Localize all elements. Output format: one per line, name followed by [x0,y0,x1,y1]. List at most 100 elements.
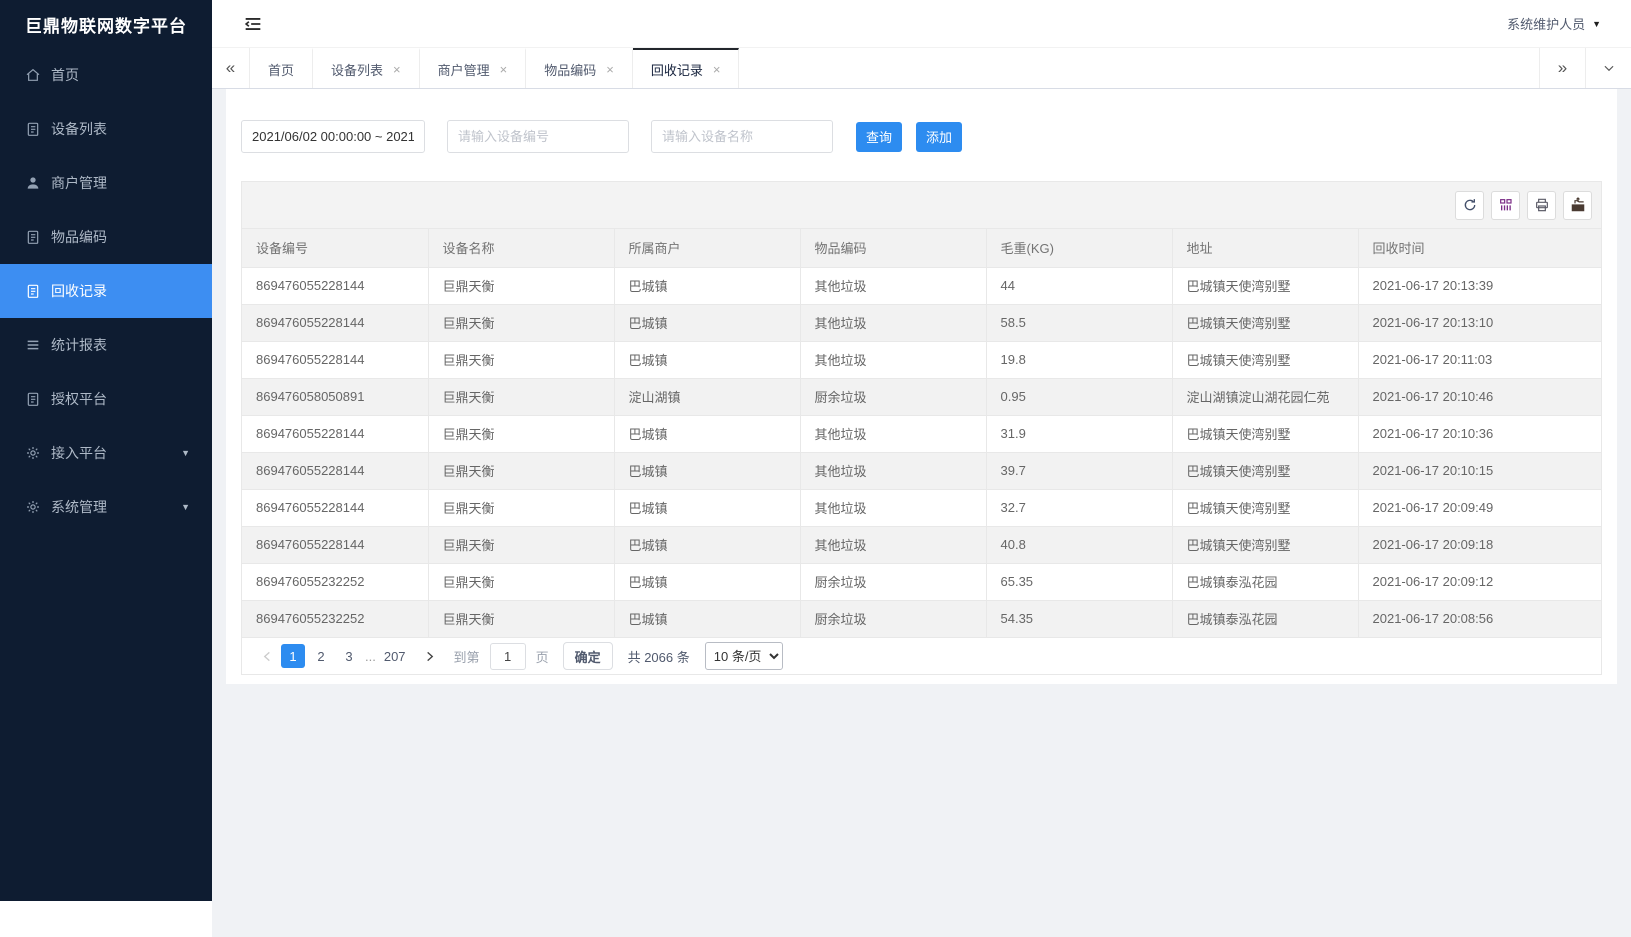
table-cell: 2021-06-17 20:11:03 [1358,341,1601,378]
table-row[interactable]: 869476055228144巨鼎天衡巴城镇其他垃圾39.7巴城镇天使湾别墅20… [242,452,1601,489]
table-cell: 巴城镇天使湾别墅 [1172,415,1358,452]
table-row[interactable]: 869476055228144巨鼎天衡巴城镇其他垃圾32.7巴城镇天使湾别墅20… [242,489,1601,526]
goto-page-input[interactable] [490,643,526,670]
table-cell: 巴城镇天使湾别墅 [1172,489,1358,526]
tab-0[interactable]: 首页 [250,48,313,88]
sidebar-item-1[interactable]: 设备列表 [0,102,212,156]
sidebar-item-3[interactable]: 物品编码 [0,210,212,264]
table-body: 869476055228144巨鼎天衡巴城镇其他垃圾44巴城镇天使湾别墅2021… [242,267,1601,637]
table-cell: 869476055228144 [242,452,428,489]
table-cell: 巨鼎天衡 [428,563,614,600]
clipboard-icon [25,229,41,245]
columns-icon [1498,197,1514,213]
sidebar-item-label: 设备列表 [51,119,107,139]
close-icon[interactable]: × [713,63,721,76]
filter-buttons: 查询 添加 [856,122,962,152]
table-cell: 869476058050891 [242,378,428,415]
table-cell: 869476055228144 [242,267,428,304]
table-cell: 巴城镇 [614,563,800,600]
sidebar-item-label: 统计报表 [51,335,107,355]
refresh-button[interactable] [1455,191,1484,220]
table-cell: 巨鼎天衡 [428,600,614,637]
tabs-scroll-right-icon[interactable]: » [1539,48,1585,88]
table-toolbar [242,182,1601,229]
device-number-input[interactable] [447,120,629,153]
tab-1[interactable]: 设备列表 × [313,48,420,88]
table-cell: 厨余垃圾 [800,600,986,637]
table-cell: 巨鼎天衡 [428,378,614,415]
next-page-icon[interactable] [418,644,442,668]
tab-4[interactable]: 回收记录× [633,48,740,88]
sidebar-item-label: 首页 [51,65,79,85]
table-row[interactable]: 869476055232252巨鼎天衡巴城镇厨余垃圾54.35巴城镇泰泓花园20… [242,600,1601,637]
close-icon[interactable]: × [606,63,614,76]
sidebar-menu: 首页设备列表商户管理物品编码回收记录统计报表授权平台接入平台▼系统管理▼ [0,48,212,534]
table-row[interactable]: 869476055228144巨鼎天衡巴城镇其他垃圾40.8巴城镇天使湾别墅20… [242,526,1601,563]
table-cell: 巨鼎天衡 [428,415,614,452]
close-icon[interactable]: × [393,63,401,76]
sidebar-item-8[interactable]: 系统管理▼ [0,480,212,534]
print-button[interactable] [1527,191,1556,220]
user-menu[interactable]: 系统维护人员 ▼ [1507,14,1601,33]
table-cell: 巨鼎天衡 [428,526,614,563]
table-cell: 巨鼎天衡 [428,304,614,341]
page-button-3[interactable]: 3 [337,644,361,668]
tab-label: 物品编码 [544,60,596,79]
tab-2[interactable]: 商户管理× [420,48,527,88]
table-cell: 其他垃圾 [800,526,986,563]
goto-confirm-button[interactable]: 确定 [563,642,613,670]
table-row[interactable]: 869476055228144巨鼎天衡巴城镇其他垃圾31.9巴城镇天使湾别墅20… [242,415,1601,452]
sidebar-item-5[interactable]: 统计报表 [0,318,212,372]
page-button-1[interactable]: 1 [281,644,305,668]
app-title: 巨鼎物联网数字平台 [0,0,212,48]
sidebar: 巨鼎物联网数字平台 首页设备列表商户管理物品编码回收记录统计报表授权平台接入平台… [0,0,212,901]
page-button-207[interactable]: 207 [380,644,410,668]
table-cell: 淀山湖镇淀山湖花园仁苑 [1172,378,1358,415]
table-row[interactable]: 869476055228144巨鼎天衡巴城镇其他垃圾44巴城镇天使湾别墅2021… [242,267,1601,304]
sidebar-item-label: 接入平台 [51,443,107,463]
collapse-sidebar-icon[interactable] [242,13,264,35]
sidebar-item-7[interactable]: 接入平台▼ [0,426,212,480]
sidebar-item-6[interactable]: 授权平台 [0,372,212,426]
page-unit-label: 页 [536,647,549,666]
date-range-input[interactable] [241,120,425,153]
table-cell: 其他垃圾 [800,415,986,452]
tab-label: 设备列表 [331,60,383,79]
table-cell: 2021-06-17 20:13:39 [1358,267,1601,304]
sidebar-item-2[interactable]: 商户管理 [0,156,212,210]
home-icon [25,67,41,83]
column-header: 毛重(KG) [986,229,1172,267]
table-header-row: 设备编号设备名称所属商户物品编码毛重(KG)地址回收时间 [242,229,1601,267]
sidebar-item-0[interactable]: 首页 [0,48,212,102]
page-size-select[interactable]: 10 条/页 [705,642,783,670]
table-row[interactable]: 869476055228144巨鼎天衡巴城镇其他垃圾19.8巴城镇天使湾别墅20… [242,341,1601,378]
table-row[interactable]: 869476055232252巨鼎天衡巴城镇厨余垃圾65.35巴城镇泰泓花园20… [242,563,1601,600]
column-header: 设备名称 [428,229,614,267]
sidebar-item-4[interactable]: 回收记录 [0,264,212,318]
user-caret-icon: ▼ [1592,19,1601,29]
table-row[interactable]: 869476055228144巨鼎天衡巴城镇其他垃圾58.5巴城镇天使湾别墅20… [242,304,1601,341]
user-icon [25,175,41,191]
print-icon [1534,197,1550,213]
table-cell: 54.35 [986,600,1172,637]
filter-bar: 查询 添加 [241,89,1602,181]
total-count-label: 共 2066 条 [628,647,690,666]
add-button[interactable]: 添加 [916,122,962,152]
prev-page-icon[interactable] [255,644,279,668]
search-button[interactable]: 查询 [856,122,902,152]
table-cell: 44 [986,267,1172,304]
columns-button[interactable] [1491,191,1520,220]
device-name-input[interactable] [651,120,833,153]
page-button-2[interactable]: 2 [309,644,333,668]
tabs-menu-icon[interactable] [1585,48,1631,88]
export-button[interactable] [1563,191,1592,220]
table-cell: 巴城镇 [614,415,800,452]
table-row[interactable]: 869476058050891巨鼎天衡淀山湖镇厨余垃圾0.95淀山湖镇淀山湖花园… [242,378,1601,415]
close-icon[interactable]: × [500,63,508,76]
table-panel: 设备编号设备名称所属商户物品编码毛重(KG)地址回收时间 86947605522… [241,181,1602,675]
table-cell: 2021-06-17 20:09:49 [1358,489,1601,526]
table-cell: 19.8 [986,341,1172,378]
tab-3[interactable]: 物品编码 × [526,48,633,88]
table-cell: 巨鼎天衡 [428,267,614,304]
tabs-scroll-left-icon[interactable]: « [212,48,250,88]
